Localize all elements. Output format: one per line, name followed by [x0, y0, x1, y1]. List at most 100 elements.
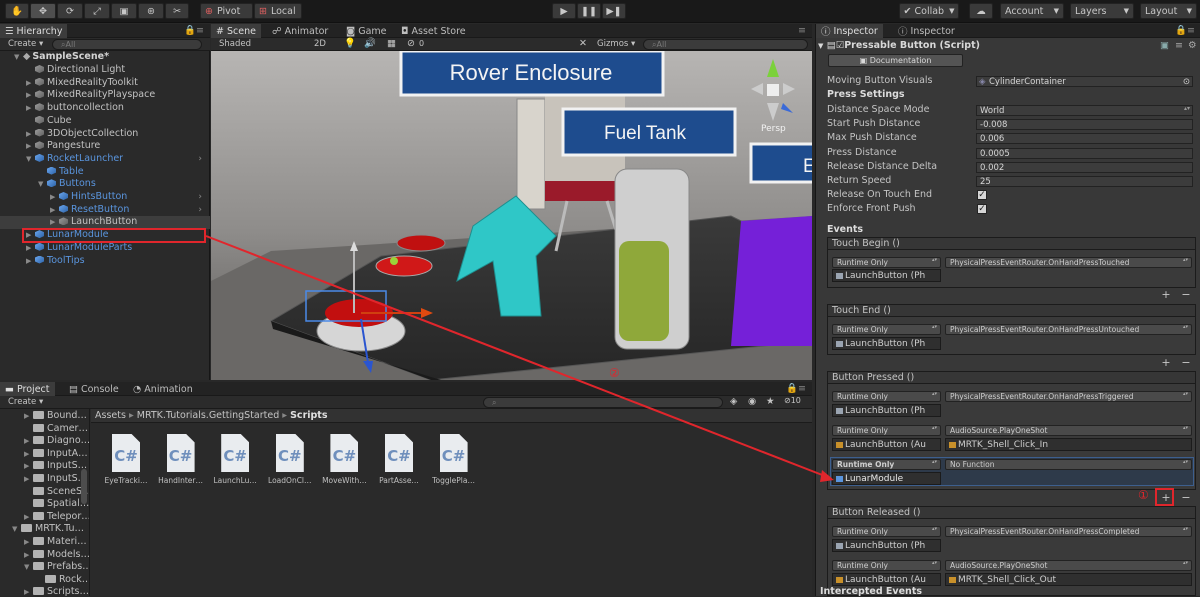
project-tree-folder[interactable]: ▶ InputA… [24, 448, 88, 461]
foldout-arrow-icon[interactable]: ▶ [50, 191, 59, 204]
hierarchy-item[interactable]: ▶ HintsButton › [50, 191, 205, 204]
layout-dropdown[interactable]: Layout ▼ [1140, 3, 1197, 19]
create-button[interactable]: Create ▾ [8, 39, 43, 49]
tab-scene[interactable]: # Scene [211, 24, 261, 38]
panel-menu-icon[interactable]: 🔒≡ [786, 383, 806, 394]
target-object-field[interactable]: LaunchButton (Ph [832, 337, 941, 350]
rect-tool-icon[interactable]: ▣ [111, 3, 137, 19]
breadcrumb-assets[interactable]: Assets [95, 410, 126, 421]
foldout-arrow-icon[interactable]: ▼ [38, 178, 47, 191]
project-tree-folder[interactable]: Spatial… [24, 498, 89, 511]
project-search-input[interactable]: ⌕ [483, 397, 723, 408]
local-toggle[interactable]: ⊞ Local [254, 3, 302, 19]
foldout-arrow-icon[interactable]: ▶ [24, 448, 33, 461]
hierarchy-item[interactable]: Directional Light [26, 64, 205, 77]
project-tree-folder[interactable]: ▶ Bound… [24, 410, 87, 423]
project-tree-folder[interactable]: ▶ InputS… [24, 460, 87, 473]
function-dropdown[interactable]: No Function [945, 459, 1192, 470]
runtime-dropdown[interactable]: Runtime Only [832, 459, 941, 470]
custom-tool-icon[interactable]: ✂ [165, 3, 189, 19]
audio-icon[interactable]: 🔊 [364, 38, 376, 49]
remove-listener-button[interactable]: − [1178, 357, 1194, 369]
lunar-module-object-field[interactable]: LunarModule [832, 472, 941, 485]
fx-icon[interactable]: ▦ [387, 38, 396, 49]
panel-menu-icon[interactable]: 🔒≡ [1175, 25, 1195, 36]
hierarchy-item[interactable]: ▶ LunarModuleParts [26, 242, 205, 255]
shading-dropdown[interactable]: Shaded [219, 39, 251, 49]
project-tree-folder[interactable]: ▶ Diagno… [24, 435, 89, 448]
breadcrumb-mrtk[interactable]: MRTK.Tutorials.GettingStarted [137, 410, 279, 421]
foldout-arrow-icon[interactable]: ▶ [26, 89, 35, 102]
add-listener-button[interactable]: + [1158, 289, 1174, 301]
scale-tool-icon[interactable]: ⤢ [84, 3, 110, 19]
function-dropdown[interactable]: AudioSource.PlayOneShot [945, 425, 1192, 436]
hand-tool-icon[interactable]: ✋ [5, 3, 29, 19]
script-file[interactable]: C# LaunchLu… [208, 434, 262, 485]
light-icon[interactable]: 💡 [344, 38, 356, 49]
foldout-arrow-icon[interactable]: ▶ [50, 204, 59, 217]
project-tree-folder[interactable]: ▶ Materi… [24, 536, 87, 549]
function-dropdown[interactable]: PhysicalPressEventRouter.OnHandPressComp… [945, 526, 1192, 537]
hierarchy-item[interactable]: ▶ ToolTips [26, 255, 205, 268]
target-object-field[interactable]: LaunchButton (Ph [832, 269, 941, 282]
hierarchy-item[interactable]: ▶ MixedRealityToolkit [26, 77, 205, 90]
property-input[interactable]: 0.006 [976, 133, 1193, 145]
tree-scrollbar[interactable] [81, 469, 87, 504]
settings-gear-icon[interactable]: ⚙ [1188, 40, 1197, 51]
target-object-field[interactable]: LaunchButton (Ph [832, 539, 941, 552]
add-listener-button[interactable]: + [1158, 357, 1174, 369]
property-checkbox[interactable]: ✓ [977, 190, 987, 201]
script-file[interactable]: C# MoveWith… [317, 434, 371, 485]
pause-button[interactable]: ❚❚ [577, 3, 601, 19]
function-dropdown[interactable]: PhysicalPressEventRouter.OnHandPressUnto… [945, 324, 1192, 335]
property-input[interactable]: 0.002 [976, 161, 1193, 173]
foldout-arrow-icon[interactable]: ▶ [24, 460, 33, 473]
hierarchy-search-input[interactable]: ⌕All [52, 39, 202, 50]
transform-tool-icon[interactable]: ⊛ [138, 3, 164, 19]
account-dropdown[interactable]: Account ▼ [1000, 3, 1064, 19]
property-dropdown[interactable]: World [976, 105, 1193, 116]
runtime-dropdown[interactable]: Runtime Only [832, 257, 941, 268]
foldout-arrow-icon[interactable]: ▶ [24, 586, 33, 596]
runtime-dropdown[interactable]: Runtime Only [832, 391, 941, 402]
scene-search-input[interactable]: ⌕All [643, 39, 808, 50]
foldout-arrow-icon[interactable]: ▶ [26, 255, 35, 268]
foldout-arrow-icon[interactable]: ▶ [24, 536, 33, 549]
script-file[interactable]: C# HandInter… [154, 434, 208, 485]
tab-animation[interactable]: ◔ Animation [128, 382, 198, 396]
collab-dropdown[interactable]: ✔ Collab ▼ [899, 3, 959, 19]
audio-clip-field[interactable]: MRTK_Shell_Click_Out [945, 573, 1192, 586]
foldout-arrow-icon[interactable]: ▼ [24, 561, 33, 574]
preset-icon[interactable]: ≡ [1175, 40, 1183, 51]
foldout-arrow-icon[interactable]: ▶ [26, 242, 35, 255]
property-input[interactable]: 0.0005 [976, 147, 1193, 159]
property-input[interactable]: -0.008 [976, 119, 1193, 131]
component-header[interactable]: ▼ ▤☑Pressable Button (Script) [818, 40, 980, 51]
remove-listener-button[interactable]: − [1178, 492, 1194, 504]
foldout-arrow-icon[interactable]: ▶ [26, 77, 35, 90]
2d-toggle[interactable]: 2D [314, 39, 326, 49]
function-dropdown[interactable]: AudioSource.PlayOneShot [945, 560, 1192, 571]
create-button[interactable]: Create ▾ [8, 397, 43, 407]
prefab-open-icon[interactable]: › [198, 153, 202, 166]
filter-type-icon[interactable]: ◈ [730, 396, 737, 407]
object-picker-icon[interactable]: ⊙ [1183, 77, 1190, 88]
prefab-open-icon[interactable]: › [198, 204, 202, 217]
hierarchy-item[interactable]: ▶ 3DObjectCollection [26, 128, 205, 141]
runtime-dropdown[interactable]: Runtime Only [832, 526, 941, 537]
tab-inspector[interactable]: ⓘ Inspector [816, 24, 883, 38]
target-object-field[interactable]: LaunchButton (Au [832, 573, 941, 586]
foldout-arrow-icon[interactable]: ▶ [26, 102, 35, 115]
hierarchy-item[interactable]: Table [38, 166, 205, 179]
hierarchy-item[interactable]: ▼ Buttons [38, 178, 205, 191]
panel-menu-icon[interactable]: 🔒≡ [184, 25, 204, 36]
favorite-icon[interactable]: ★ [766, 396, 775, 407]
project-tree-folder[interactable]: ▶ Models… [24, 549, 89, 562]
runtime-dropdown[interactable]: Runtime Only [832, 560, 941, 571]
hidden-icon[interactable]: ⊘ [407, 38, 415, 49]
foldout-arrow-icon[interactable]: ▶ [26, 128, 35, 141]
foldout-arrow-icon[interactable]: ▶ [24, 549, 33, 562]
hierarchy-item[interactable]: ▶ buttoncollection [26, 102, 205, 115]
script-file[interactable]: C# EyeTracki… [99, 434, 153, 485]
moving-visuals-field[interactable]: ◈ CylinderContainer ⊙ [976, 76, 1193, 87]
